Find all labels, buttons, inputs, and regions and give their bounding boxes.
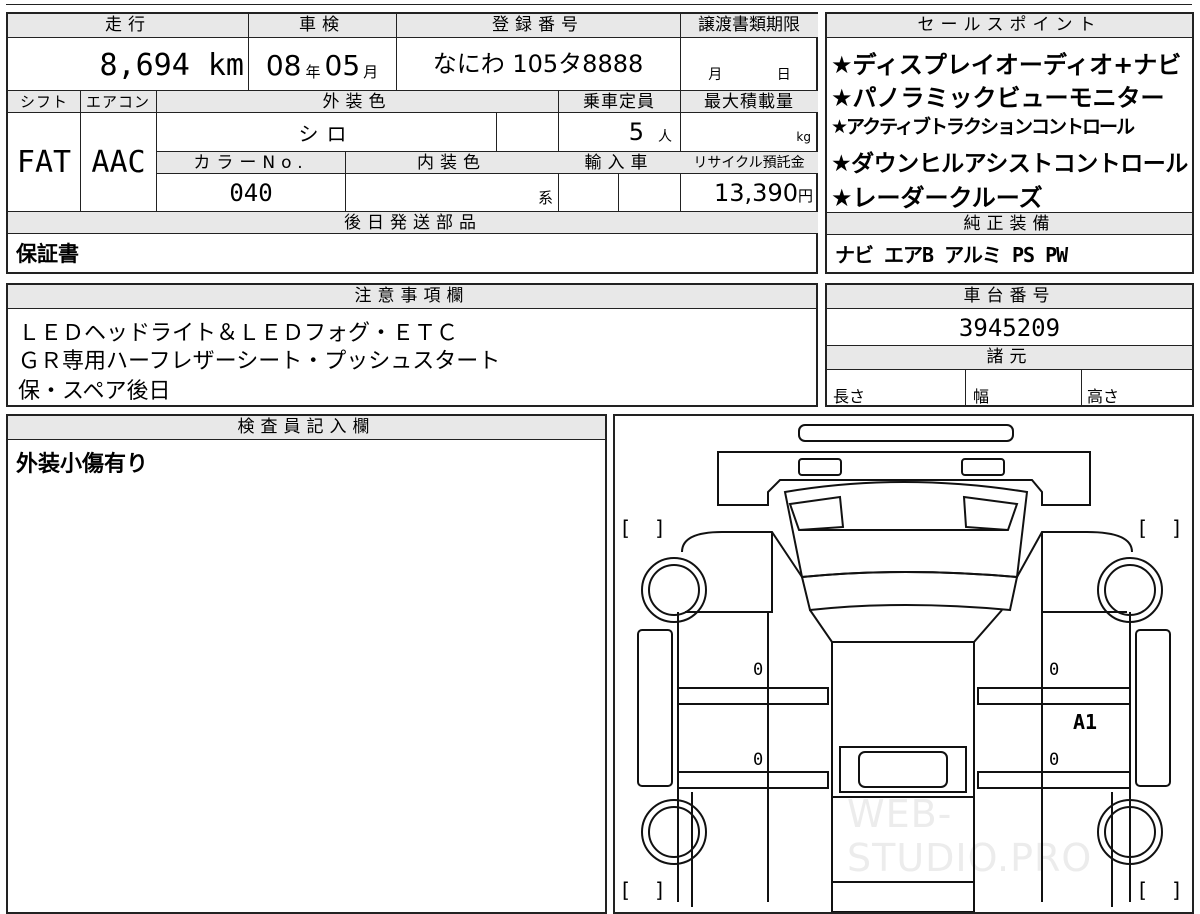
panel-mark: 0 (1049, 660, 1060, 680)
chassis-panel: 車台番号 3945209 諸元 長さ 幅 高さ (825, 283, 1194, 407)
rear-light-left (798, 458, 842, 476)
chassis-header: 車台番号 (827, 285, 1192, 309)
panel-mark: 0 (753, 660, 764, 680)
panel-mark: 0 (753, 750, 764, 770)
exterior-color-header: 外装色 (156, 91, 558, 113)
rear-window-right (962, 495, 1019, 532)
inspector-comment: 外装小傷有り (16, 452, 149, 477)
top-border-strip (6, 0, 1192, 5)
inspection-header: 車検 (248, 14, 396, 38)
aircon-value: AAC (91, 144, 146, 180)
sill-left (637, 629, 673, 787)
recycle-header: リサイクル預託金 (680, 152, 818, 174)
interior-color-value: 系 (537, 189, 553, 207)
bracket-rear-right: [ ] (1139, 516, 1181, 540)
notes-header: 注意事項欄 (8, 285, 816, 309)
later-parts-header: 後日発送部品 (8, 212, 818, 234)
color-no-header: カラーNo. (157, 152, 345, 174)
exterior-color-value: シロ (298, 121, 355, 146)
capacity-header: 乗車定員 (558, 91, 680, 113)
specs-header: 諸元 (827, 346, 1192, 370)
shift-header: シフト (8, 91, 80, 113)
roof (800, 571, 1019, 612)
wheel-front-left (641, 799, 707, 865)
max-load-header: 最大積載量 (680, 91, 818, 113)
inspector-panel: 検査員記入欄 外装小傷有り (6, 414, 607, 914)
max-load-value: kg (796, 130, 811, 144)
registration-header: 登録番号 (396, 14, 680, 38)
shift-value: FAT (16, 144, 72, 180)
sales-point-item: ★アクティブトラクションコントロール (831, 116, 1135, 138)
import-header: 輸入車 (558, 152, 680, 174)
rear-light-right (961, 458, 1005, 476)
aircon-header: エアコン (80, 91, 156, 113)
panel-mark: 0 (1049, 750, 1060, 770)
bracket-rear-left: [ ] (622, 516, 664, 540)
center-console (858, 751, 948, 788)
color-no-value: 040 (229, 178, 273, 207)
inspection-year: 08 (265, 48, 302, 82)
wheel-rear-left (641, 557, 707, 623)
rear-trunk (717, 451, 1091, 506)
rear-bumper (798, 424, 1014, 442)
notes-panel: 注意事項欄 ＬＥＤヘッドライト＆ＬＥＤフォグ・ＥＴＣ ＧＲ専用ハーフレザーシート… (6, 283, 818, 407)
inspector-header: 検査員記入欄 (8, 416, 605, 440)
genuine-equipment-header: 純正装備 (827, 213, 1192, 235)
vehicle-info-table: 走行 車検 登録番号 譲渡書類期限 8,694 km 08 年 05 月 なにわ… (6, 12, 818, 274)
sales-points-header: セールスポイント (827, 14, 1192, 38)
spec-height-label: 高さ (1087, 387, 1120, 406)
chassis-number: 3945209 (958, 314, 1061, 342)
sales-point-item: ★レーダークルーズ (831, 184, 1043, 212)
recycle-deposit-value: 13,390 円 (714, 178, 813, 207)
bracket-front-right: [ ] (1139, 878, 1181, 902)
sales-point-item: ★ディスプレイオーディオ+ナビ (831, 51, 1182, 79)
damage-code: A1 (1073, 710, 1098, 734)
sales-point-item: ★ダウンヒルアシストコントロール (831, 151, 1188, 177)
notes-line: 保・スペア後日 (18, 379, 171, 404)
rear-window-left (788, 495, 845, 532)
sill-right (1135, 629, 1171, 787)
interior-color-header: 内装色 (345, 152, 558, 174)
bracket-front-left: [ ] (622, 878, 664, 902)
sales-points-panel: セールスポイント ★ディスプレイオーディオ+ナビ ★パノラミックビューモニター … (825, 12, 1194, 274)
car-outline (637, 424, 1171, 912)
spec-width-label: 幅 (973, 387, 990, 406)
deadline-header: 譲渡書類期限 (680, 14, 818, 38)
inspection-month: 05 (324, 48, 361, 82)
registration-number: なにわ 105タ8888 (432, 49, 644, 78)
mileage-header: 走行 (8, 14, 248, 38)
notes-line: ＧＲ専用ハーフレザーシート・プッシュスタート (18, 349, 501, 374)
later-parts-value: 保証書 (16, 242, 79, 266)
mileage-value: 8,694 km (99, 47, 245, 83)
capacity-value: 5 人 (628, 118, 672, 146)
sales-point-item: ★パノラミックビューモニター (831, 84, 1165, 112)
spec-length-label: 長さ (833, 387, 866, 406)
car-damage-diagram: WEB-STUDIO.PRO [] [] [] [] 0 0 0 0 A… (613, 414, 1194, 914)
genuine-equipment-value: ナビ エアB アルミ PS PW (835, 242, 1068, 267)
inspection-date: 08 年 05 月 (265, 48, 379, 82)
